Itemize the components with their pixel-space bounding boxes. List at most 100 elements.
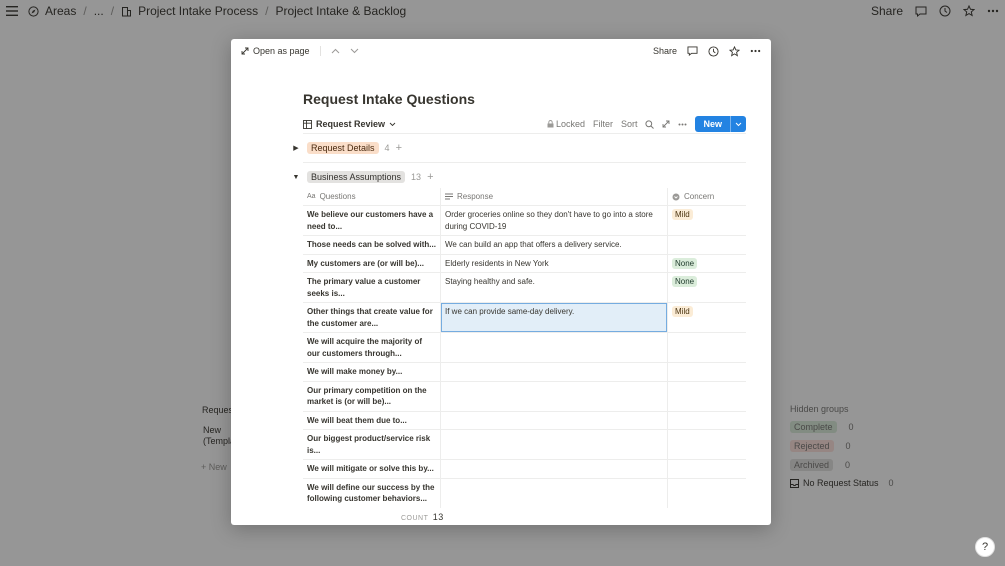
question-cell[interactable]: We will beat them due to...: [303, 411, 441, 429]
concern-cell[interactable]: [668, 333, 746, 362]
view-selector[interactable]: Request Review: [303, 119, 396, 129]
count-label: COUNT: [401, 515, 429, 522]
table-row[interactable]: Those needs can be solved with... We can…: [303, 236, 746, 255]
response-cell[interactable]: Elderly residents in New York: [441, 254, 668, 272]
table-row[interactable]: We believe our customers have a need to.…: [303, 206, 746, 236]
column-label: Questions: [319, 192, 356, 201]
view-name: Request Review: [316, 119, 386, 129]
select-property-icon: [672, 193, 680, 201]
group-count: 4: [384, 143, 390, 153]
question-cell[interactable]: The primary value a customer seeks is...: [303, 273, 441, 302]
table-row[interactable]: We will define our success by the follow…: [303, 478, 746, 508]
table-row[interactable]: Our biggest product/service risk is...: [303, 430, 746, 460]
divider: [303, 133, 746, 134]
text-lines-icon: [445, 193, 453, 200]
open-full-icon[interactable]: [662, 120, 670, 128]
response-cell[interactable]: We can build an app that offers a delive…: [441, 236, 668, 254]
new-button[interactable]: New: [695, 116, 746, 132]
concern-cell[interactable]: [668, 363, 746, 381]
table-row[interactable]: We will mitigate or solve this by...: [303, 460, 746, 479]
column-label: Response: [457, 192, 494, 201]
concern-cell[interactable]: None: [668, 273, 746, 302]
table-row[interactable]: We will beat them due to...: [303, 411, 746, 430]
response-cell[interactable]: Order groceries online so they don't hav…: [441, 206, 668, 235]
table-row[interactable]: We will acquire the majority of our cust…: [303, 333, 746, 363]
table-row[interactable]: The primary value a customer seeks is...…: [303, 273, 746, 303]
table-header: Aa Questions Response Concern: [303, 188, 746, 206]
table-row[interactable]: My customers are (or will be)... Elderly…: [303, 254, 746, 273]
modal-share-button[interactable]: Share: [653, 46, 677, 56]
concern-cell[interactable]: [668, 460, 746, 478]
page-peek-modal: Open as page Share Request Intake Questi…: [231, 39, 771, 525]
response-cell[interactable]: [441, 430, 668, 459]
new-button-label[interactable]: New: [695, 116, 730, 132]
question-cell[interactable]: We will mitigate or solve this by...: [303, 460, 441, 478]
concern-tag: Mild: [672, 209, 693, 220]
response-cell-selected[interactable]: If we can provide same-day delivery.: [441, 303, 668, 332]
open-as-page-button[interactable]: Open as page: [253, 46, 310, 56]
concern-cell[interactable]: [668, 430, 746, 459]
search-icon[interactable]: [645, 119, 655, 129]
text-property-icon: Aa: [307, 193, 316, 200]
locked-label: Locked: [555, 119, 585, 129]
response-cell[interactable]: Staying healthy and safe.: [441, 273, 668, 302]
column-label: Concern: [684, 192, 715, 201]
concern-cell[interactable]: [668, 236, 746, 254]
count-footer[interactable]: COUNT 13: [401, 512, 444, 522]
triangle-down-icon[interactable]: ▼: [291, 174, 301, 181]
response-cell[interactable]: [441, 363, 668, 381]
expand-icon[interactable]: [241, 47, 249, 55]
question-cell[interactable]: We will acquire the majority of our cust…: [303, 333, 441, 362]
triangle-right-icon[interactable]: ▶: [291, 144, 301, 152]
chevron-up-icon[interactable]: [331, 48, 340, 54]
add-icon[interactable]: +: [427, 171, 433, 183]
locked-indicator[interactable]: Locked: [547, 119, 585, 129]
chevron-down-icon[interactable]: [730, 116, 746, 132]
response-cell[interactable]: [441, 333, 668, 362]
column-header-response[interactable]: Response: [441, 188, 668, 205]
table-row[interactable]: Other things that create value for the c…: [303, 303, 746, 333]
response-cell[interactable]: [441, 478, 668, 508]
count-value: 13: [432, 512, 444, 522]
question-cell[interactable]: We believe our customers have a need to.…: [303, 206, 441, 235]
more-icon[interactable]: [678, 123, 687, 126]
response-cell[interactable]: [441, 381, 668, 411]
more-icon[interactable]: [750, 49, 761, 53]
star-icon[interactable]: [729, 45, 740, 57]
sort-button[interactable]: Sort: [621, 119, 638, 129]
table-row[interactable]: Our primary competition on the market is…: [303, 381, 746, 412]
history-icon[interactable]: [708, 45, 719, 57]
chevron-down-icon[interactable]: [350, 48, 359, 54]
concern-cell[interactable]: [668, 479, 746, 508]
concern-cell[interactable]: Mild: [668, 206, 746, 235]
group-tag: Request Details: [307, 142, 379, 154]
concern-cell[interactable]: Mild: [668, 303, 746, 332]
question-cell[interactable]: Our biggest product/service risk is...: [303, 430, 441, 459]
concern-cell[interactable]: None: [668, 255, 746, 273]
response-cell[interactable]: [441, 460, 668, 478]
help-button[interactable]: ?: [975, 537, 995, 557]
question-cell[interactable]: We will make money by...: [303, 363, 441, 381]
data-table: Aa Questions Response Concern We believe…: [303, 188, 746, 508]
comment-icon[interactable]: [687, 46, 698, 56]
concern-cell[interactable]: [668, 382, 746, 411]
chevron-down-icon: [389, 122, 396, 127]
column-header-concern[interactable]: Concern: [668, 188, 746, 205]
question-cell[interactable]: Our primary competition on the market is…: [303, 381, 441, 411]
group-count: 13: [411, 172, 422, 182]
question-cell[interactable]: Those needs can be solved with...: [303, 236, 441, 254]
table-row[interactable]: We will make money by...: [303, 363, 746, 382]
toolbar-divider: [319, 46, 321, 56]
group-request-details: ▶ Request Details 4 +: [291, 140, 402, 156]
filter-button[interactable]: Filter: [593, 119, 613, 129]
question-cell[interactable]: We will define our success by the follow…: [303, 478, 441, 508]
add-icon[interactable]: +: [396, 142, 402, 154]
group-tag: Business Assumptions: [307, 171, 406, 183]
column-header-questions[interactable]: Aa Questions: [303, 188, 441, 205]
question-cell[interactable]: Other things that create value for the c…: [303, 303, 441, 332]
question-cell[interactable]: My customers are (or will be)...: [303, 254, 441, 272]
lock-icon: [547, 120, 554, 128]
concern-cell[interactable]: [668, 412, 746, 430]
concern-tag: None: [672, 276, 698, 287]
response-cell[interactable]: [441, 411, 668, 429]
